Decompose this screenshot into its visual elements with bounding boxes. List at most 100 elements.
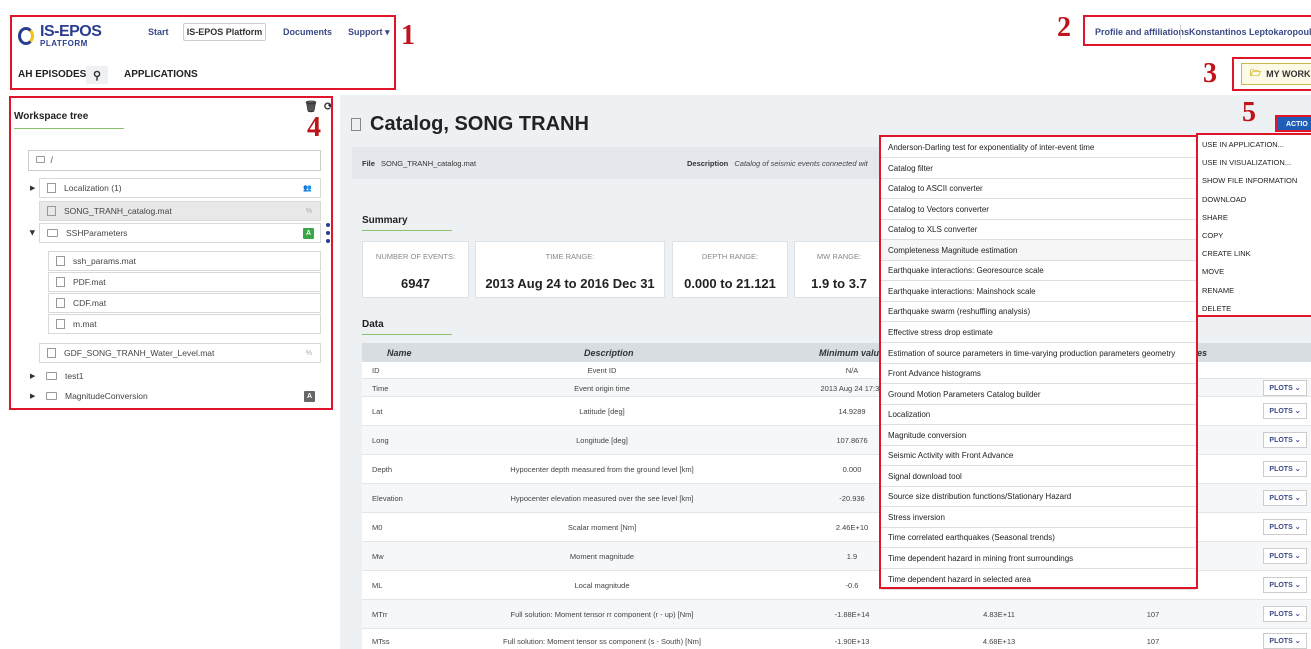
stat-label: TIME RANGE: — [545, 252, 595, 261]
header-minimum: Minimum valu — [819, 348, 880, 358]
annotation-number-2: 2 — [1057, 12, 1071, 43]
plots-button[interactable]: PLOTS ⌄ — [1263, 432, 1307, 448]
app-menu-item[interactable]: Earthquake interactions: Georesource sca… — [881, 260, 1196, 281]
cell-minimum: 2013 Aug 24 17:35 — [820, 384, 884, 393]
stat-value: 6947 — [401, 276, 430, 291]
cell-description: Scalar moment [Nm] — [567, 523, 637, 532]
app-menu-item[interactable]: Stress inversion — [881, 507, 1196, 528]
cell-description: Longitude [deg] — [576, 436, 628, 445]
file-label: File — [362, 159, 375, 168]
cell-minimum: 107.8676 — [836, 436, 868, 445]
cell-description: Hypocenter depth measured from the groun… — [510, 465, 694, 474]
annotation-number-5: 5 — [1242, 97, 1256, 128]
description-label: Description — [687, 159, 729, 168]
plots-button[interactable]: PLOTS ⌄ — [1263, 461, 1307, 477]
cell-name: MTss — [372, 637, 390, 646]
user-menu[interactable]: Konstantinos Leptokaropoulos — [1189, 27, 1311, 37]
app-menu-item[interactable]: Time dependent hazard in mining front su… — [881, 548, 1196, 569]
action-menu-item[interactable]: RENAME — [1202, 286, 1234, 295]
action-menu-item[interactable]: USE IN APPLICATION... — [1202, 140, 1284, 149]
app-menu-item[interactable]: Front Advance histograms — [881, 363, 1196, 384]
stat-label: MW RANGE: — [816, 252, 862, 261]
cell-minimum: 0.000 — [842, 465, 862, 474]
cell-description: Local magnitude — [574, 581, 630, 590]
cell-minimum: -1.88E+14 — [834, 610, 870, 619]
app-menu-item[interactable]: Estimation of source parameters in time-… — [881, 343, 1196, 364]
description-text: Catalog of seismic events connected wit — [734, 159, 868, 168]
app-menu-item[interactable]: Time dependent hazard in selected area — [881, 569, 1196, 590]
action-menu-item[interactable]: SHARE — [1202, 213, 1228, 222]
cell-name: ID — [372, 366, 380, 375]
plots-button[interactable]: PLOTS ⌄ — [1263, 403, 1307, 419]
cell-description: Latitude [deg] — [579, 407, 625, 416]
app-menu-item[interactable]: Ground Motion Parameters Catalog builder — [881, 384, 1196, 405]
app-menu-item[interactable]: Catalog to XLS converter — [881, 219, 1196, 240]
app-menu-item[interactable]: Magnitude conversion — [881, 425, 1196, 446]
cell-minimum: 1.9 — [846, 552, 858, 561]
cell-name: Time — [372, 384, 389, 393]
app-menu-item[interactable]: Earthquake interactions: Mainshock scale — [881, 281, 1196, 302]
plots-button[interactable]: PLOTS ⌄ — [1263, 577, 1307, 593]
action-menu-item[interactable]: SHOW FILE INFORMATION — [1202, 176, 1297, 185]
cell-minimum: -1.90E+13 — [834, 637, 870, 646]
app-menu-item[interactable]: Completeness Magnitude estimation — [881, 240, 1196, 261]
app-menu-item[interactable]: Time correlated earthquakes (Seasonal tr… — [881, 527, 1196, 548]
plots-button[interactable]: PLOTS ⌄ — [1263, 490, 1307, 506]
annotation-box-3 — [1232, 57, 1311, 91]
plots-button[interactable]: PLOTS ⌄ — [1263, 633, 1307, 649]
stat-value: 2013 Aug 24 to 2016 Dec 31 — [485, 276, 655, 291]
stat-value: 0.000 to 21.121 — [684, 276, 776, 291]
header-extra: es — [1197, 348, 1208, 358]
plots-button[interactable]: PLOTS ⌄ — [1263, 380, 1307, 396]
app-menu-item[interactable]: Anderson-Darling test for exponentiality… — [881, 137, 1196, 158]
cell-minimum: 2.46E+10 — [835, 523, 869, 532]
app-menu-item[interactable]: Effective stress drop estimate — [881, 322, 1196, 343]
cell-name: M0 — [372, 523, 383, 532]
actions-button[interactable]: ACTIO — [1275, 115, 1311, 132]
action-menu-item[interactable]: MOVE — [1202, 267, 1224, 276]
cell-name: Depth — [372, 465, 393, 474]
cell-maximum: 4.68E+13 — [982, 637, 1016, 646]
document-icon — [351, 118, 361, 131]
title-underline — [362, 230, 452, 231]
cell-name: Mw — [372, 552, 384, 561]
cell-description: Hypocenter elevation measured over the s… — [510, 494, 694, 503]
app-menu-item[interactable]: Localization — [881, 404, 1196, 425]
action-menu-item[interactable]: COPY — [1202, 231, 1223, 240]
cell-name: Elevation — [372, 494, 403, 503]
header-divider — [1180, 25, 1181, 39]
applications-menu: Anderson-Darling test for exponentiality… — [879, 135, 1198, 590]
plots-button[interactable]: PLOTS ⌄ — [1263, 606, 1307, 622]
action-menu-item[interactable]: CREATE LINK — [1202, 249, 1251, 258]
stat-value: 1.9 to 3.7 — [811, 276, 867, 291]
cell-name: ML — [372, 581, 383, 590]
app-menu-item[interactable]: Signal download tool — [881, 466, 1196, 487]
app-menu-item[interactable]: Source size distribution functions/Stati… — [881, 486, 1196, 507]
action-menu-item[interactable]: DELETE — [1202, 304, 1231, 313]
annotation-number-1: 1 — [401, 20, 415, 51]
cell-minimum: N/A — [845, 366, 859, 375]
cell-count: 107 — [1146, 610, 1160, 619]
data-title: Data — [362, 319, 384, 330]
stat-card-time: TIME RANGE: 2013 Aug 24 to 2016 Dec 31 — [475, 241, 665, 298]
cell-description: Full solution: Moment tensor rr componen… — [510, 610, 694, 619]
plots-button[interactable]: PLOTS ⌄ — [1263, 548, 1307, 564]
plots-button[interactable]: PLOTS ⌄ — [1263, 519, 1307, 535]
summary-title: Summary — [362, 215, 408, 226]
profile-link[interactable]: Profile and affiliations — [1095, 27, 1189, 37]
app-menu-item[interactable]: Catalog to ASCII converter — [881, 178, 1196, 199]
file-name: SONG_TRANH_catalog.mat — [381, 159, 477, 168]
action-menu-item[interactable]: USE IN VISUALIZATION... — [1202, 158, 1291, 167]
app-menu-item[interactable]: Catalog to Vectors converter — [881, 199, 1196, 220]
cell-minimum: 14.9289 — [838, 407, 866, 416]
app-menu-item[interactable]: Catalog filter — [881, 158, 1196, 179]
app-menu-item[interactable]: Seismic Activity with Front Advance — [881, 445, 1196, 466]
action-menu-item[interactable]: DOWNLOAD — [1202, 195, 1246, 204]
actions-menu: USE IN APPLICATION... USE IN VISUALIZATIO… — [1196, 133, 1311, 317]
header-description: Description — [584, 348, 634, 358]
stat-label: NUMBER OF EVENTS: — [375, 252, 456, 261]
stat-card-mw: MW RANGE: 1.9 to 3.7 — [794, 241, 884, 298]
annotation-box-4 — [9, 96, 333, 410]
cell-description: Full solution: Moment tensor ss componen… — [503, 637, 701, 646]
app-menu-item[interactable]: Earthquake swarm (reshuffling analysis) — [881, 301, 1196, 322]
